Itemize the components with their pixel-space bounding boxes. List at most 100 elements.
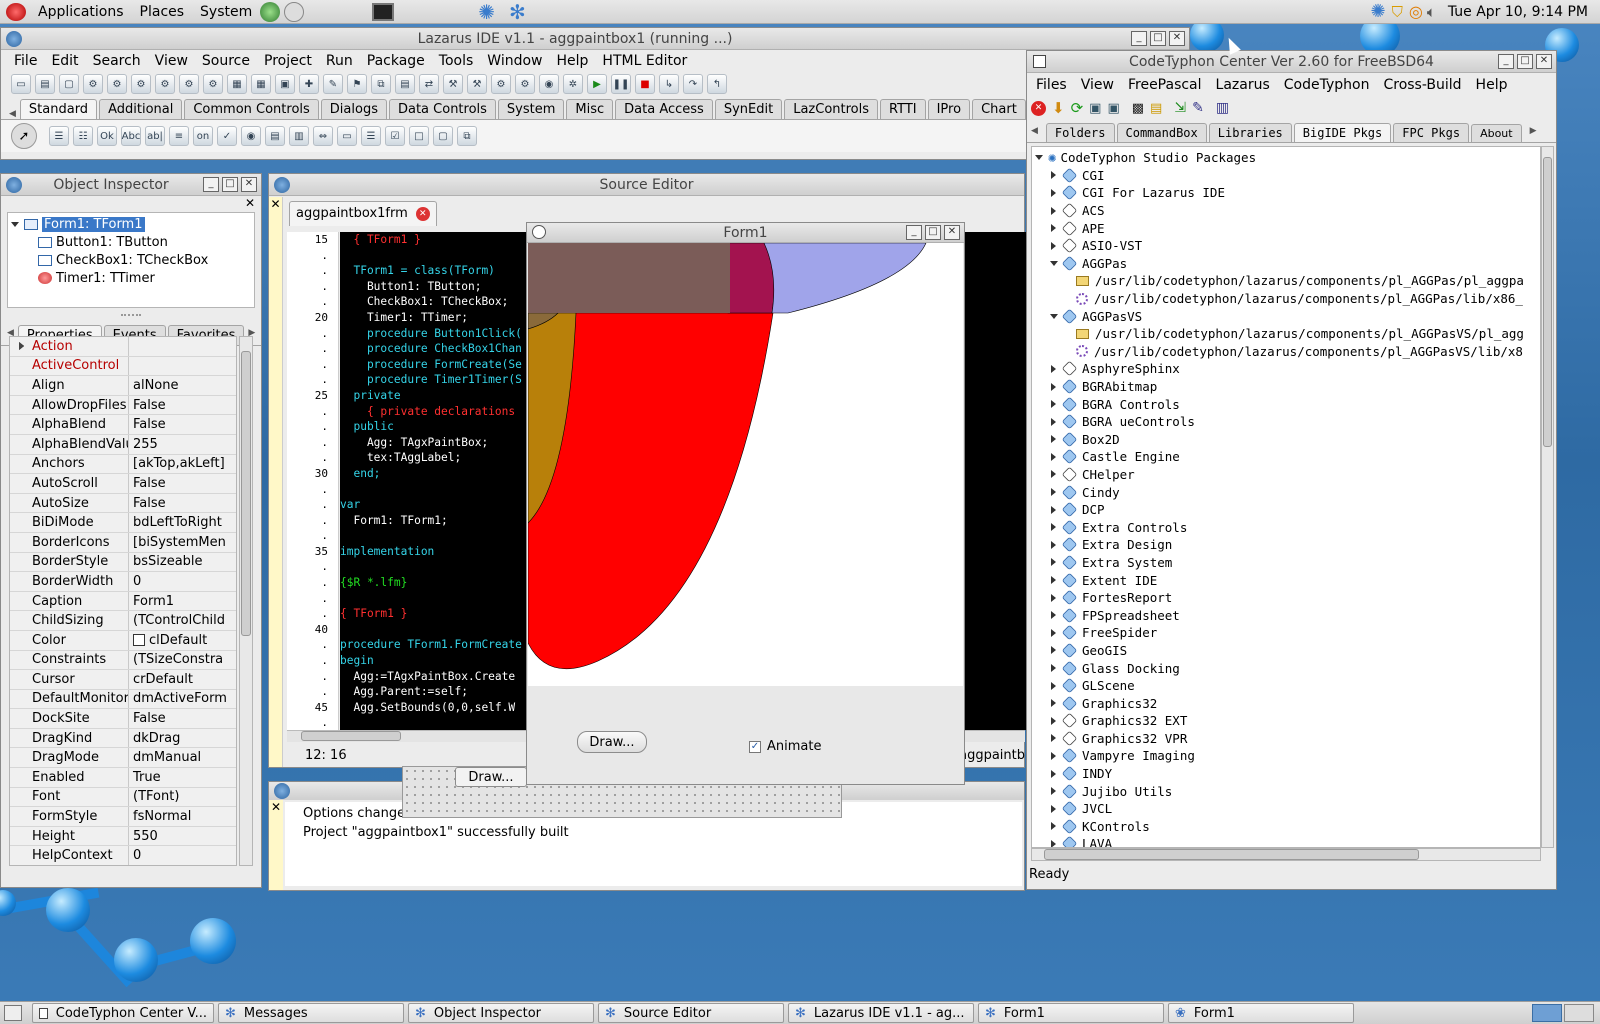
property-value[interactable]: (TControlChild [128, 611, 236, 630]
menu-tools[interactable]: Tools [432, 53, 481, 69]
message-line[interactable]: Project "aggpaintbox1" successfully buil… [303, 823, 1004, 842]
add-to-project-icon[interactable]: ✚ [299, 74, 319, 94]
package-tree-hscrollbar[interactable] [1031, 848, 1541, 861]
view-forms-icon[interactable]: ▦ [251, 74, 271, 94]
debug-icon[interactable]: ⚒ [443, 74, 463, 94]
animate-check-icon[interactable]: ✓ [749, 740, 761, 753]
open-recent-icon[interactable]: ⚙ [107, 74, 127, 94]
property-row[interactable]: Font (TFont) [10, 342, 236, 808]
stop-icon[interactable]: ✕ [1031, 100, 1046, 116]
step-into-icon[interactable]: ↳ [659, 74, 679, 94]
package-item[interactable]: Glass Docking [1032, 659, 1540, 677]
menu-applications[interactable]: Applications [30, 4, 132, 20]
menu-places[interactable]: Places [132, 4, 193, 20]
property-value[interactable]: bdLeftToRight [128, 513, 236, 532]
package-item[interactable]: BGRA ueControls [1032, 413, 1540, 431]
menu-search[interactable]: Search [86, 53, 148, 69]
expand-icon[interactable] [1051, 435, 1056, 444]
tpanel-icon[interactable]: □ [409, 126, 429, 146]
expand-icon[interactable] [1051, 452, 1056, 461]
menu-window[interactable]: Window [480, 53, 549, 69]
property-value[interactable]: 255 [128, 434, 236, 454]
maximize-button[interactable]: □ [925, 225, 941, 240]
menu-package[interactable]: Package [360, 53, 432, 69]
tcombobox-icon[interactable]: ▥ [289, 126, 309, 146]
package-item[interactable]: AGGPasVS [1032, 307, 1540, 325]
property-value[interactable]: False [128, 709, 236, 728]
tab-synedit[interactable]: SynEdit [714, 99, 783, 119]
tab-data-controls[interactable]: Data Controls [388, 99, 496, 119]
run-options-icon[interactable]: ⚒ [467, 74, 487, 94]
tree-item-checkbox1[interactable]: CheckBox1: TCheckBox [8, 251, 254, 269]
property-value[interactable]: fsNormal [128, 807, 236, 826]
package-item[interactable]: Extra Controls [1032, 518, 1540, 536]
package-item[interactable]: CHelper [1032, 466, 1540, 484]
expand-icon[interactable] [11, 221, 19, 227]
configure-icon[interactable]: ⚙ [515, 74, 535, 94]
package-item[interactable]: AsphyreSphinx [1032, 360, 1540, 378]
expand-icon[interactable] [1051, 769, 1056, 778]
expand-icon[interactable] [1051, 822, 1056, 831]
shield-icon[interactable]: ⛉ [1392, 3, 1403, 21]
maximize-button[interactable]: □ [222, 177, 238, 192]
agg-paintbox-canvas[interactable] [528, 243, 963, 686]
collapse-icon[interactable] [1050, 313, 1058, 319]
property-value[interactable]: False [128, 395, 236, 415]
task-messages[interactable]: ✻ Messages [218, 1003, 404, 1023]
tab-ipro[interactable]: IPro [927, 99, 971, 119]
property-row[interactable]: BorderWidth 0 [10, 572, 236, 592]
package-item[interactable]: ASIO-VST [1032, 237, 1540, 255]
expand-icon[interactable] [1051, 804, 1056, 813]
close-button[interactable]: ✕ [1169, 31, 1185, 46]
package-item[interactable]: AGGPas [1032, 255, 1540, 273]
compile-icon[interactable]: ⚙ [491, 74, 511, 94]
object-inspector-titlebar[interactable]: Object Inspector _ □ ✕ [1, 174, 261, 196]
tpopupmenu-icon[interactable]: ☷ [73, 126, 93, 146]
menu-edit[interactable]: Edit [44, 53, 85, 69]
scrollbar-thumb[interactable] [1543, 157, 1552, 447]
project-options-icon[interactable]: ▣ [275, 74, 295, 94]
expand-icon[interactable] [19, 342, 24, 350]
workspace-2[interactable] [1564, 1004, 1594, 1022]
refresh-icon[interactable]: ⟳ [1071, 99, 1084, 117]
expand-icon[interactable] [1051, 241, 1056, 250]
close-tab-icon[interactable]: ✕ [415, 206, 430, 221]
tree-item-timer1[interactable]: Timer1: TTimer [8, 269, 254, 287]
expand-icon[interactable] [1051, 576, 1056, 585]
expand-icon[interactable] [1051, 188, 1056, 197]
maximize-button[interactable]: □ [1150, 31, 1166, 46]
package-item[interactable]: ACS [1032, 202, 1540, 220]
property-value[interactable]: False [128, 415, 236, 434]
expand-icon[interactable] [1051, 505, 1056, 514]
property-row[interactable]: Enabled True [10, 768, 236, 788]
package-item[interactable]: INDY [1032, 765, 1540, 783]
tab-bigide-pkgs[interactable]: BigIDE Pkgs [1293, 123, 1392, 142]
property-row[interactable]: Cursor crDefault [10, 670, 236, 690]
tab-rtti[interactable]: RTTI [880, 99, 926, 119]
form1-titlebar[interactable]: Form1 _ □ ✕ [527, 223, 964, 243]
tradiogroup-icon[interactable]: ☰ [361, 126, 381, 146]
expand-icon[interactable] [1051, 558, 1056, 567]
tactionlist-icon[interactable]: ⧉ [457, 126, 477, 146]
tcheckgroup-icon[interactable]: ☑ [385, 126, 405, 146]
close-button[interactable]: ✕ [944, 225, 960, 240]
package-item[interactable]: Graphics32 [1032, 694, 1540, 712]
tab-common-controls[interactable]: Common Controls [184, 99, 319, 119]
pause-icon[interactable]: ❚❚ [611, 74, 631, 94]
center-system-icon[interactable] [1033, 55, 1046, 68]
save-icon[interactable]: ⚙ [131, 74, 151, 94]
package-path-item[interactable]: /usr/lib/codetyphon/lazarus/components/p… [1032, 290, 1540, 308]
minimize-button[interactable]: _ [1498, 54, 1514, 69]
expand-icon[interactable] [1051, 382, 1056, 391]
folder-icon[interactable]: ▤ [1150, 101, 1162, 116]
tradiobutton-icon[interactable]: ◉ [241, 126, 261, 146]
scrollbar-thumb[interactable] [241, 351, 251, 636]
package-item[interactable]: FortesReport [1032, 589, 1540, 607]
property-row[interactable]: Align alNone [10, 376, 236, 396]
package-path-item[interactable]: /usr/lib/codetyphon/lazarus/components/p… [1032, 272, 1540, 290]
tab-system[interactable]: System [497, 99, 565, 119]
copy-icon[interactable]: ▣ [1089, 101, 1101, 116]
close-editor-icon[interactable]: ✕ [269, 197, 282, 211]
property-row[interactable]: AutoScroll False [10, 474, 236, 494]
package-item[interactable]: Vampyre Imaging [1032, 747, 1540, 765]
